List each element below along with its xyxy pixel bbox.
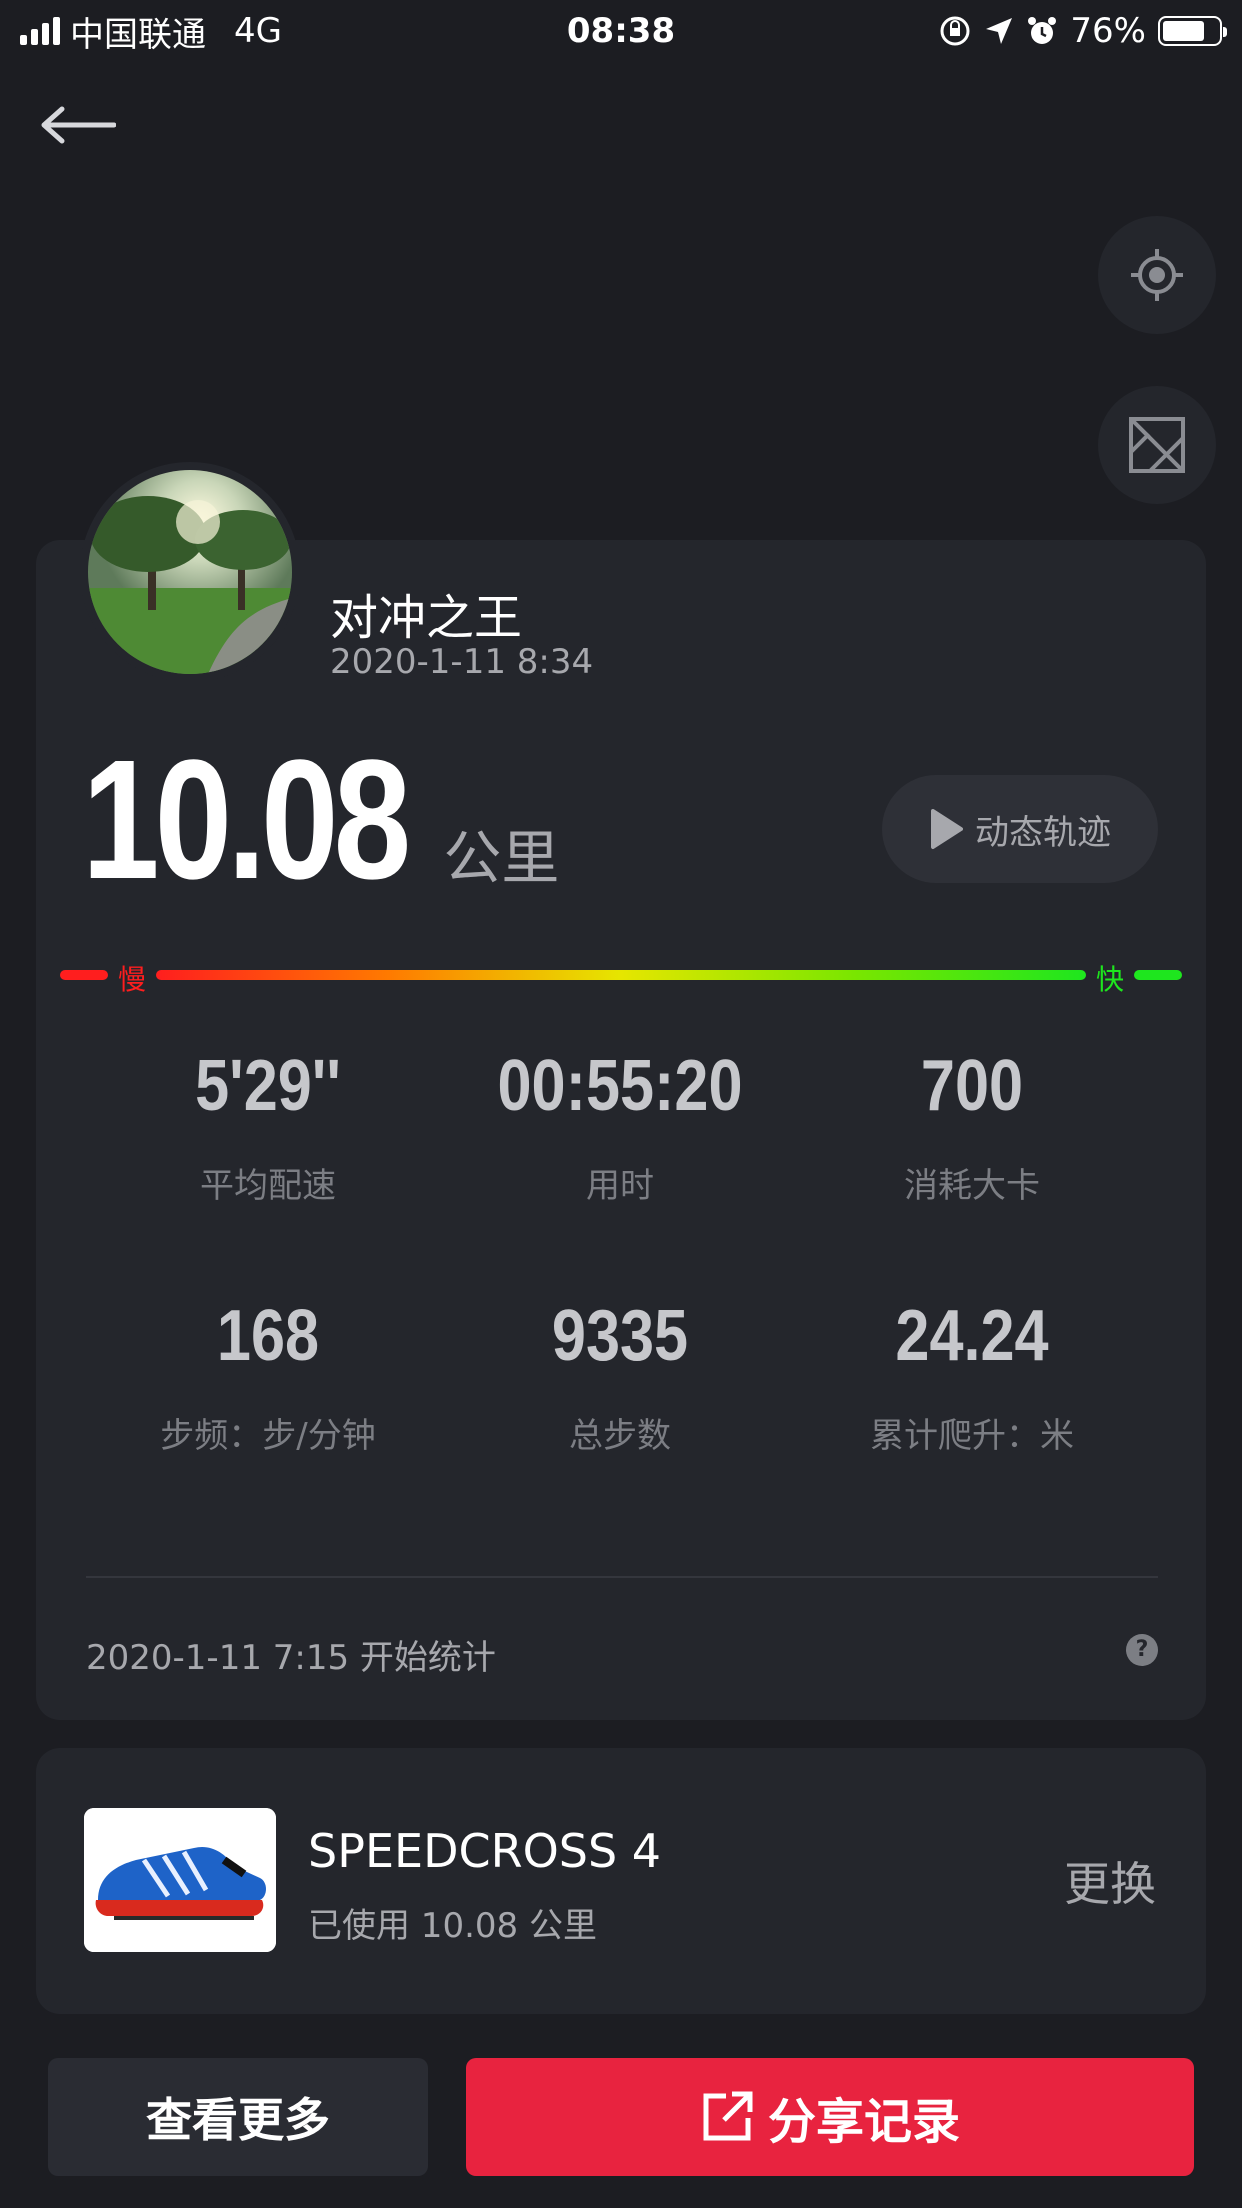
signal-icon: [20, 17, 60, 45]
alarm-icon: [1028, 17, 1057, 44]
stat-label: 总步数: [569, 1416, 671, 1456]
share-record-button[interactable]: 分享记录: [466, 2058, 1194, 2176]
rotation-lock-icon: [940, 16, 970, 46]
stat-label: 平均配速: [200, 1166, 336, 1206]
pace-gradient: [156, 970, 1086, 980]
stats-grid: 5'29'' 平均配速 00:55:20 用时 700 消耗大卡 168 步频：…: [36, 1050, 1206, 1550]
distance-display: 10.08 公里: [82, 735, 559, 905]
back-arrow-icon: [41, 106, 116, 144]
user-name: 对冲之王: [330, 590, 523, 646]
stat-duration: 00:55:20 用时: [444, 1050, 796, 1300]
stats-row: 168 步频：步/分钟 9335 总步数 24.24 累计爬升：米: [36, 1300, 1206, 1550]
share-record-label: 分享记录: [767, 2094, 960, 2150]
battery-percent: 76%: [1070, 11, 1146, 51]
avatar-image: [88, 470, 292, 674]
map-toggle-button[interactable]: [1098, 386, 1216, 504]
play-icon: [931, 809, 963, 849]
stat-label: 用时: [586, 1166, 654, 1206]
battery-icon: [1158, 16, 1227, 46]
stat-cadence: 168 步频：步/分钟: [92, 1300, 444, 1550]
distance-value: 10.08: [82, 725, 411, 915]
stat-value: 168: [216, 1296, 320, 1376]
stats-start-time: 2020-1-11 7:15 开始统计: [86, 1638, 496, 1678]
status-left: 中国联通 4G: [20, 7, 282, 56]
help-icon[interactable]: ?: [1126, 1634, 1158, 1666]
share-icon: [703, 2091, 753, 2141]
pace-legend: 慢 快: [60, 963, 1182, 996]
shoe-icon: [84, 1808, 276, 1952]
view-more-button[interactable]: 查看更多: [48, 2058, 428, 2176]
stat-label: 累计爬升：米: [870, 1416, 1074, 1456]
shoe-name: SPEEDCROSS 4: [308, 1824, 662, 1878]
status-bar: 中国联通 4G 08:38 76%: [0, 0, 1242, 62]
shoe-card: SPEEDCROSS 4 已使用 10.08 公里 更换: [36, 1748, 1206, 2014]
dynamic-track-button[interactable]: 动态轨迹: [882, 775, 1158, 883]
change-shoe-button[interactable]: 更换: [1064, 1848, 1156, 1914]
stats-row: 5'29'' 平均配速 00:55:20 用时 700 消耗大卡: [36, 1050, 1206, 1300]
stat-value: 700: [920, 1046, 1024, 1126]
dynamic-track-label: 动态轨迹: [975, 812, 1111, 853]
divider: [86, 1576, 1158, 1578]
avatar[interactable]: [80, 462, 300, 682]
locate-button[interactable]: [1098, 216, 1216, 334]
stat-value: 9335: [551, 1296, 689, 1376]
stat-calories: 700 消耗大卡: [796, 1050, 1148, 1300]
stat-value: 5'29'': [195, 1046, 341, 1126]
status-right: 76%: [938, 11, 1227, 51]
network-label: 4G: [234, 11, 282, 51]
shoe-image: [84, 1808, 276, 1952]
pace-slow-label: 慢: [118, 963, 147, 996]
pace-fast-line: [1134, 970, 1182, 980]
shoe-usage: 已使用 10.08 公里: [308, 1906, 597, 1946]
distance-unit: 公里: [443, 824, 560, 892]
stat-label: 步频：步/分钟: [160, 1416, 376, 1456]
run-datetime: 2020-1-11 8:34: [330, 642, 594, 682]
bottom-action-bar: 查看更多 分享记录: [0, 2028, 1242, 2208]
map-image-icon: [1129, 417, 1185, 473]
stat-value: 24.24: [895, 1296, 1049, 1376]
stat-avg-pace: 5'29'' 平均配速: [92, 1050, 444, 1300]
crosshair-icon: [1131, 249, 1183, 301]
stat-value: 00:55:20: [497, 1046, 743, 1126]
stat-total-steps: 9335 总步数: [444, 1300, 796, 1550]
carrier-label: 中国联通: [70, 14, 206, 55]
back-button[interactable]: [40, 95, 130, 155]
pace-slow-line: [60, 970, 108, 980]
stat-label: 消耗大卡: [904, 1166, 1040, 1206]
pace-fast-label: 快: [1095, 963, 1124, 996]
stat-elevation-gain: 24.24 累计爬升：米: [796, 1300, 1148, 1550]
location-arrow-icon: [986, 18, 1013, 44]
